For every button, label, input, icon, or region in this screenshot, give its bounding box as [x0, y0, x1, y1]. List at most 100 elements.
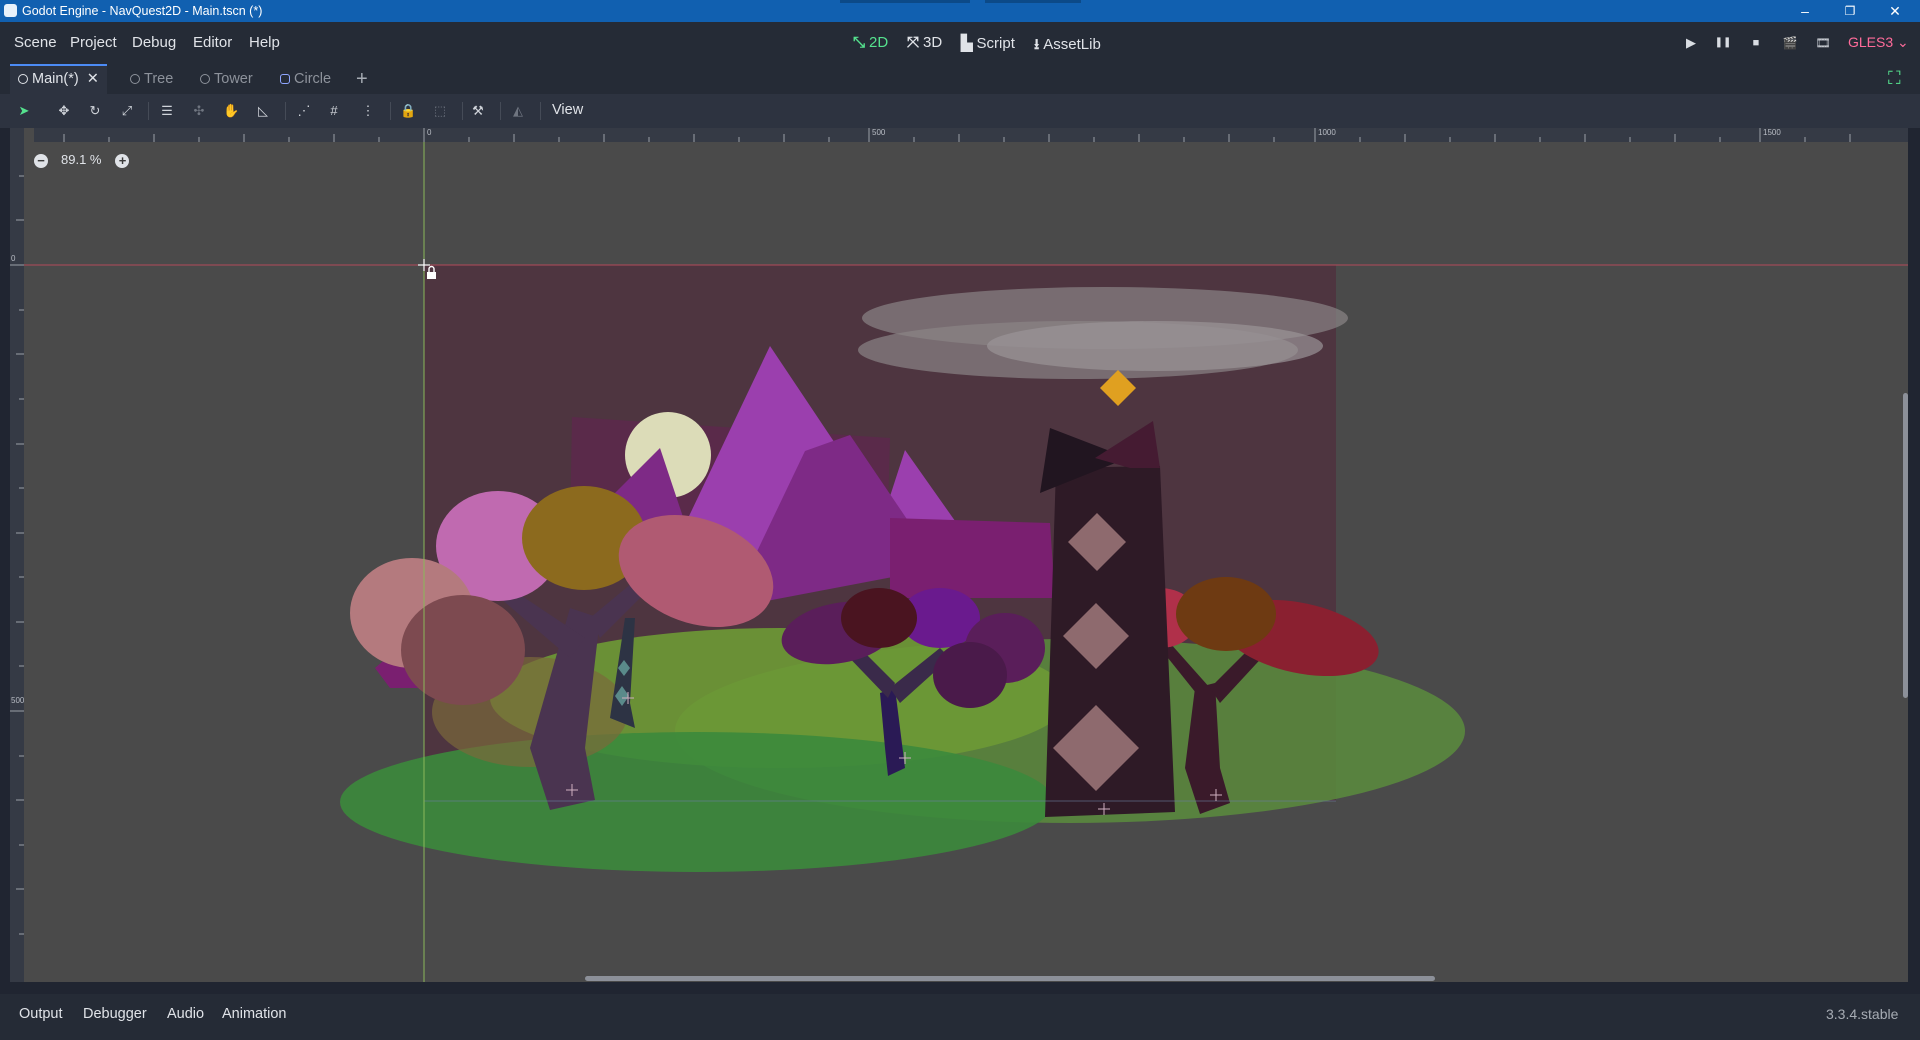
toolbar-separator	[462, 102, 463, 120]
menu-project[interactable]: Project	[70, 34, 117, 51]
ruler-label: 500	[872, 128, 886, 137]
ruler-label: 0	[11, 254, 16, 263]
distraction-free-icon[interactable]: ⛶	[1888, 68, 1901, 89]
node-circle-icon	[200, 74, 210, 85]
close-window-button[interactable]: ✕	[1875, 1, 1915, 21]
ruler-label: 1000	[1318, 128, 1336, 137]
view-menu-button[interactable]: View	[552, 102, 583, 118]
camera-override-icon[interactable]: ◭	[510, 103, 526, 119]
node-circle-icon	[130, 74, 140, 85]
workspace-3d-button[interactable]: ⤧ 3D	[907, 34, 942, 51]
ground-left	[340, 732, 1054, 872]
hill-purple	[890, 518, 1055, 598]
ruler-label: 1500	[1763, 128, 1781, 137]
tab-tree[interactable]: Tree	[128, 64, 173, 94]
toolbar-separator	[500, 102, 501, 120]
workspace-2d-label: 2D	[869, 34, 889, 51]
assetlib-icon: ⭳	[1034, 36, 1040, 53]
tab-animation[interactable]: Animation	[222, 1006, 286, 1022]
scene-canvas[interactable]	[10, 128, 1908, 982]
2d-icon: ⤡	[853, 34, 866, 51]
titlebar-accent	[840, 0, 970, 3]
renderer-select[interactable]: GLES3 ⌄	[1848, 34, 1909, 51]
window-title: Godot Engine - NavQuest2D - Main.tscn (*…	[22, 4, 263, 18]
smart-snap-icon[interactable]: ⋰	[296, 103, 312, 119]
restore-button[interactable]: ❐	[1830, 1, 1870, 21]
select-mode-icon[interactable]: ➤	[16, 103, 32, 119]
play-custom-scene-icon[interactable]: 🎞	[1813, 33, 1833, 53]
zoom-out-icon[interactable]: −	[34, 153, 48, 168]
add-tab-button[interactable]: +	[354, 64, 368, 94]
tab-tower[interactable]: Tower	[198, 64, 253, 94]
canvas-viewport[interactable]: 0 500 1000 1500 0 500 −89.1 % +	[10, 128, 1908, 982]
pause-icon[interactable]: ❚❚	[1713, 33, 1733, 53]
vertical-ruler: 0 500	[10, 128, 24, 982]
cloud	[987, 321, 1323, 371]
zoom-controls: −89.1 % +	[34, 152, 130, 168]
menu-bar: Scene Project Debug Editor Help ⤡ 2D ⤧ 3D …	[0, 22, 1920, 64]
horizontal-ruler: 0 500 1000 1500	[34, 128, 1908, 142]
vertical-scrollbar[interactable]	[1903, 393, 1908, 698]
workspace-2d-button[interactable]: ⤡ 2D	[853, 34, 888, 51]
toolbar-separator	[285, 102, 286, 120]
menu-scene[interactable]: Scene	[14, 34, 57, 51]
skeleton-icon[interactable]: ⚒	[470, 103, 486, 119]
canvas-toolbar: ➤ ✥ ↻ ⤢ ☰ ✣ ✋ ◺ ⋰ # ⋮ 🔒 ⬚ ⚒ ◭ View	[0, 94, 1920, 128]
grid-snap-icon[interactable]: #	[326, 103, 342, 119]
tab-debugger[interactable]: Debugger	[83, 1006, 147, 1022]
menu-debug[interactable]: Debug	[132, 34, 176, 51]
titlebar-accent	[985, 0, 1081, 3]
list-select-icon[interactable]: ☰	[159, 103, 175, 119]
group-icon[interactable]: ⬚	[432, 103, 448, 119]
tab-tree-label: Tree	[144, 71, 174, 87]
window-titlebar: Godot Engine - NavQuest2D - Main.tscn (*…	[0, 0, 1920, 22]
right-foliage	[1176, 577, 1276, 651]
middle-foliage	[841, 588, 917, 648]
rotate-mode-icon[interactable]: ↻	[87, 103, 103, 119]
workspace-3d-label: 3D	[923, 34, 943, 51]
menu-help[interactable]: Help	[249, 34, 280, 51]
pivot-mode-icon[interactable]: ✣	[191, 103, 207, 119]
workspace-script-button[interactable]: ▙ Script	[961, 34, 1015, 52]
godot-logo-icon	[4, 4, 17, 17]
zoom-in-icon[interactable]: +	[115, 153, 130, 168]
toolbar-separator	[390, 102, 391, 120]
middle-foliage	[933, 642, 1007, 708]
sprite-icon	[280, 74, 290, 85]
workspace-assetlib-button[interactable]: ⭳ AssetLib	[1034, 34, 1101, 59]
script-icon: ▙	[961, 35, 973, 52]
node-circle-icon	[18, 74, 28, 85]
tab-circle-label: Circle	[294, 71, 332, 87]
close-tab-icon[interactable]: ✕	[87, 71, 99, 87]
tab-circle[interactable]: Circle	[278, 64, 331, 94]
toolbar-separator	[148, 102, 149, 120]
workspace-script-label: Script	[976, 35, 1015, 52]
minimize-button[interactable]: –	[1785, 1, 1825, 21]
menu-editor[interactable]: Editor	[193, 34, 232, 51]
scale-mode-icon[interactable]: ⤢	[119, 103, 135, 119]
toolbar-separator	[540, 102, 541, 120]
play-icon[interactable]: ▶	[1681, 33, 1701, 53]
tab-audio[interactable]: Audio	[167, 1006, 204, 1022]
pan-mode-icon[interactable]: ✋	[223, 103, 239, 119]
foliage	[401, 595, 525, 705]
lock-icon[interactable]: 🔒	[400, 103, 416, 119]
3d-icon: ⤧	[907, 34, 920, 51]
ruler-ticks	[63, 128, 1851, 142]
ruler-corner	[10, 128, 24, 142]
ruler-label: 0	[427, 128, 432, 137]
workspace-assetlib-label: AssetLib	[1043, 36, 1101, 53]
tab-main-label: Main(*)	[32, 71, 79, 87]
move-mode-icon[interactable]: ✥	[56, 103, 72, 119]
scene-tab-bar: Main(*) ✕ Tree Tower Circle + ⛶	[0, 64, 1920, 94]
horizontal-scrollbar[interactable]	[585, 976, 1435, 981]
ruler-label: 500	[11, 696, 25, 705]
tab-tower-label: Tower	[214, 71, 253, 87]
play-scene-icon[interactable]: 🎬	[1780, 33, 1800, 53]
tab-main[interactable]: Main(*) ✕	[10, 64, 107, 94]
zoom-level[interactable]: 89.1 %	[61, 152, 101, 167]
tab-output[interactable]: Output	[19, 1006, 63, 1022]
snap-options-icon[interactable]: ⋮	[360, 103, 376, 119]
ruler-mode-icon[interactable]: ◺	[255, 103, 271, 119]
stop-icon[interactable]: ■	[1746, 33, 1766, 53]
